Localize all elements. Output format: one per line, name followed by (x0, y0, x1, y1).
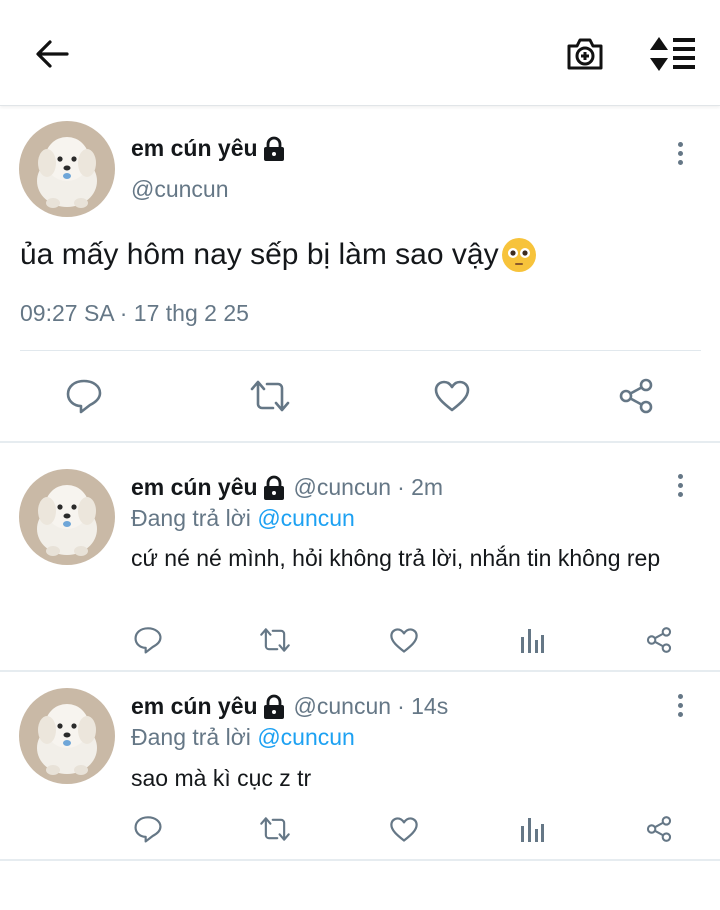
reply-icon (134, 816, 162, 843)
more-options-button[interactable] (668, 468, 692, 502)
more-options-button[interactable] (668, 688, 692, 722)
analytics-icon (521, 818, 544, 842)
lock-icon (263, 136, 284, 161)
reply-time: · 2m (397, 474, 444, 500)
display-name: em cún yêu (131, 474, 258, 500)
reply-button[interactable] (130, 811, 166, 847)
analytics-button[interactable] (514, 622, 550, 658)
share-button[interactable] (641, 622, 677, 658)
camera-button[interactable] (560, 32, 610, 76)
retweet-icon (260, 817, 290, 841)
camera-plus-icon (567, 38, 603, 70)
section-divider (0, 441, 720, 443)
like-icon (390, 816, 418, 842)
author-name[interactable]: em cún yêu (131, 474, 286, 501)
flushed-face-emoji-icon (501, 238, 536, 272)
dot-icon (677, 159, 683, 165)
lock-icon (263, 694, 284, 719)
dot-icon (677, 141, 683, 147)
like-icon (434, 380, 470, 412)
avatar[interactable] (19, 688, 115, 784)
sort-button[interactable] (646, 32, 700, 76)
share-icon (646, 627, 672, 653)
tweet-timestamp: 09:27 SA · 17 thg 2 25 (20, 300, 249, 326)
lock-icon (263, 475, 284, 500)
reply-time: · 14s (397, 693, 449, 719)
more-options-button[interactable] (668, 136, 692, 170)
like-button[interactable] (386, 622, 422, 658)
dot-icon (677, 491, 683, 497)
replying-prefix: Đang trả lời (131, 505, 251, 531)
section-divider (0, 670, 720, 672)
analytics-button[interactable] (514, 811, 550, 847)
display-name: em cún yêu (131, 135, 258, 161)
dot-icon (677, 473, 683, 479)
reply-icon (134, 627, 162, 654)
reply-button[interactable] (130, 622, 166, 658)
like-button[interactable] (428, 374, 476, 418)
share-button[interactable] (641, 811, 677, 847)
dot-icon (677, 702, 683, 708)
mention-link[interactable]: @cuncun (257, 505, 355, 531)
puppy-avatar-image (19, 121, 115, 217)
avatar[interactable] (19, 121, 115, 217)
author-handle[interactable]: @cuncun (294, 474, 392, 501)
puppy-avatar-image (19, 469, 115, 565)
arrow-left-icon (36, 40, 69, 68)
author-name[interactable]: em cún yêu (131, 135, 286, 162)
tweet-body: ủa mấy hôm nay sếp bị làm sao vậy (20, 238, 499, 271)
top-bar (0, 0, 720, 106)
share-icon (619, 378, 653, 414)
tweet-text: ủa mấy hôm nay sếp bị làm sao vậy (20, 236, 538, 274)
replying-prefix: Đang trả lời (131, 724, 251, 750)
avatar[interactable] (19, 469, 115, 565)
replying-to: Đang trả lời @cuncun (131, 724, 355, 751)
dot-icon (677, 711, 683, 717)
retweet-button[interactable] (246, 374, 294, 418)
analytics-icon (521, 629, 544, 653)
reply-button[interactable] (60, 374, 108, 418)
sort-lines-icon (650, 37, 695, 71)
puppy-avatar-image (19, 688, 115, 784)
section-divider (0, 859, 720, 861)
reply-text: cứ né né mình, hỏi không trả lời, nhắn t… (131, 545, 661, 571)
author-name[interactable]: em cún yêu (131, 693, 286, 720)
retweet-button[interactable] (256, 622, 294, 658)
replying-to: Đang trả lời @cuncun (131, 505, 355, 532)
dot-icon (677, 693, 683, 699)
back-button[interactable] (30, 34, 74, 74)
retweet-icon (260, 628, 290, 652)
dot-icon (677, 150, 683, 156)
divider (20, 350, 701, 351)
retweet-button[interactable] (256, 811, 294, 847)
author-handle[interactable]: @cuncun (294, 693, 392, 720)
mention-link[interactable]: @cuncun (257, 724, 355, 750)
reply-icon (66, 379, 102, 414)
author-handle[interactable]: @cuncun (131, 176, 229, 203)
reply-header: em cún yêu @cuncun · 14s (131, 693, 448, 720)
reply-header: em cún yêu @cuncun · 2m (131, 474, 443, 501)
like-button[interactable] (386, 811, 422, 847)
share-icon (646, 816, 672, 842)
reply-text: sao mà kì cục z tr (131, 765, 312, 791)
retweet-icon (250, 380, 290, 412)
display-name: em cún yêu (131, 693, 258, 719)
dot-icon (677, 482, 683, 488)
share-button[interactable] (612, 374, 660, 418)
like-icon (390, 627, 418, 653)
